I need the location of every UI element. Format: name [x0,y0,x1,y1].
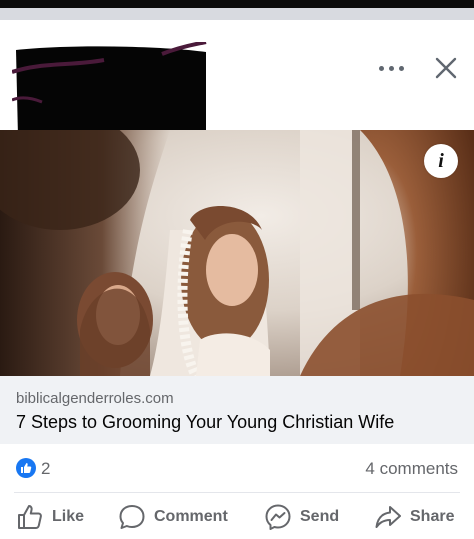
top-edge-bar [0,0,474,8]
ellipsis-icon [379,66,384,71]
info-icon: i [438,149,444,172]
more-options-button[interactable] [374,56,410,80]
photo-bride-in-mirror [0,130,474,376]
like-reaction-icon[interactable] [16,458,36,478]
reaction-count[interactable]: 2 [41,459,50,479]
link-preview-meta[interactable]: biblicalgenderroles.com 7 Steps to Groom… [0,376,474,444]
link-title: 7 Steps to Grooming Your Young Christian… [16,412,395,432]
info-button[interactable]: i [424,144,458,178]
thumbs-up-icon [18,504,42,529]
like-label: Like [52,507,85,525]
link-preview-image[interactable] [0,130,474,376]
reactions-row: 2 4 comments [0,444,474,494]
share-button[interactable]: Share [374,494,454,539]
actions-row: Like Comment Send Share [0,494,474,539]
post-header [0,20,474,140]
like-button[interactable]: Like [16,494,84,539]
comment-count[interactable]: 4 comments [365,459,458,479]
messenger-icon [265,504,291,530]
divider [14,492,460,493]
share-label: Share [410,507,455,525]
close-icon[interactable] [432,54,460,82]
link-domain: biblicalgenderroles.com [16,390,174,407]
comment-button[interactable]: Comment [118,494,228,539]
feed-separator [0,8,474,20]
send-label: Send [300,507,340,525]
redacted-author-block [12,42,207,140]
comment-label: Comment [154,507,228,525]
comment-bubble-icon [119,504,145,529]
share-arrow-icon [375,505,401,528]
send-button[interactable]: Send [264,494,339,539]
